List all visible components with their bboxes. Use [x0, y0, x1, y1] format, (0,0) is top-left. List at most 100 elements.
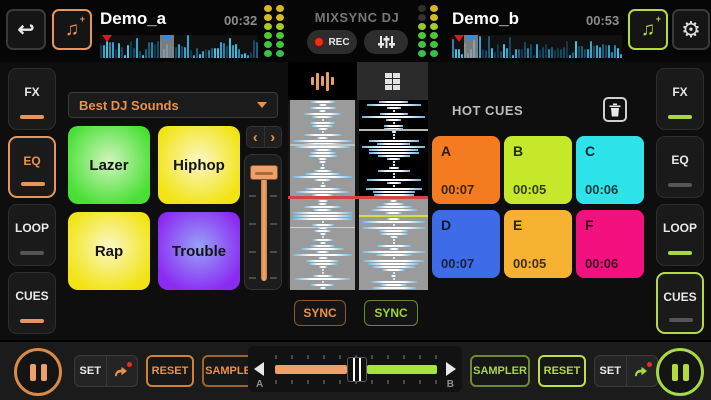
deck-b-vu-meter [418, 5, 438, 57]
deck-b-title: Demo_b [452, 9, 519, 29]
crossfader-left-arrow-icon [254, 362, 264, 376]
crossfader-label-b: B [447, 379, 454, 390]
sampler-pad-trouble[interactable]: Trouble [158, 212, 240, 290]
trash-icon [609, 103, 621, 117]
hot-cue-pad-a[interactable]: A 00:07 [432, 136, 500, 204]
crossfader-bar-b [367, 365, 437, 374]
sampler-volume-fader[interactable] [244, 154, 282, 290]
deck-b-music-library-button[interactable]: ♫ + [628, 9, 668, 50]
chevron-left-icon[interactable]: ‹ [247, 127, 265, 147]
hot-cue-pad-b[interactable]: B 00:05 [504, 136, 572, 204]
app-title: MIXSYNC DJ [302, 10, 412, 25]
deck-b-set-button[interactable]: SET [595, 356, 627, 386]
pad-label: Rap [95, 243, 123, 260]
crossfader[interactable]: A B [248, 346, 462, 392]
cues-label: CUES [9, 289, 55, 303]
notification-dot [127, 362, 132, 367]
top-bar: ↩ ♫ + Demo_a 00:32 MIXSYNC DJ REC Demo_b… [0, 0, 711, 62]
waveform-tab-icon [311, 72, 334, 91]
fx-indicator [20, 115, 44, 119]
mixer-button[interactable] [364, 30, 408, 54]
cue-letter: D [441, 217, 451, 233]
sampler-pad-rap[interactable]: Rap [68, 212, 150, 290]
back-button[interactable]: ↩ [6, 9, 46, 50]
deck-b-set-cue-group: SET [594, 355, 658, 387]
fader-track [261, 167, 267, 281]
record-label: REC [328, 37, 349, 48]
beat-marker-line [290, 227, 355, 228]
deck-a-reset-button[interactable]: RESET [146, 355, 194, 387]
deck-a-vu-meter [264, 5, 284, 57]
deck-a-set-cue-group: SET [74, 355, 138, 387]
settings-button[interactable]: ⚙ [672, 9, 710, 50]
deck-a-title: Demo_a [100, 9, 166, 29]
cue-time: 00:06 [585, 182, 618, 197]
deck-a-fx-button[interactable]: FX [8, 68, 56, 130]
delete-cues-button[interactable] [603, 97, 627, 122]
beat-marker-line [359, 129, 428, 131]
deck-a-waveform[interactable] [290, 100, 355, 290]
playhead-line [288, 196, 428, 199]
deck-a-track-overview[interactable] [100, 35, 258, 58]
hot-cue-pad-d[interactable]: D 00:07 [432, 210, 500, 278]
tab-pads-view[interactable] [357, 62, 428, 100]
crossfader-right-arrow-icon [446, 362, 456, 376]
cue-time: 00:07 [441, 256, 474, 271]
pad-label: Hiphop [173, 157, 225, 174]
fx-indicator [668, 115, 692, 119]
pause-icon [30, 364, 36, 381]
deck-a-eq-button[interactable]: EQ [8, 136, 56, 198]
deck-b-loop-button[interactable]: LOOP [656, 204, 704, 266]
waveform-display [288, 100, 428, 290]
deck-a-set-button[interactable]: SET [75, 356, 107, 386]
deck-b-track-overview[interactable] [452, 35, 622, 58]
deck-b-reset-button[interactable]: RESET [538, 355, 586, 387]
fx-label: FX [9, 85, 55, 99]
loop-label: LOOP [657, 221, 703, 235]
record-dot-icon [314, 37, 324, 47]
cue-letter: B [513, 143, 523, 159]
hot-cue-pad-e[interactable]: E 00:05 [504, 210, 572, 278]
hot-cue-pad-c[interactable]: C 00:06 [576, 136, 644, 204]
hot-cue-pad-f[interactable]: F 00:06 [576, 210, 644, 278]
deck-a-sync-button[interactable]: SYNC [294, 300, 346, 326]
loop-indicator [20, 251, 44, 255]
deck-b-sync-button[interactable]: SYNC [364, 300, 418, 326]
deck-a-jump-button[interactable] [107, 356, 138, 386]
deck-b-jump-button[interactable] [627, 356, 658, 386]
crossfader-bar-a [275, 365, 347, 374]
deck-b-eq-button[interactable]: EQ [656, 136, 704, 198]
pad-label: Lazer [89, 157, 128, 174]
cue-letter: C [585, 143, 595, 159]
music-note-icon: ♫ [641, 20, 655, 39]
deck-b-fx-button[interactable]: FX [656, 68, 704, 130]
cue-time: 00:05 [513, 256, 546, 271]
sound-pack-dropdown[interactable]: Best DJ Sounds [68, 92, 278, 118]
deck-a-loop-button[interactable]: LOOP [8, 204, 56, 266]
tab-waveform-view[interactable] [288, 62, 357, 100]
deck-b-cues-button[interactable]: CUES [656, 272, 704, 334]
pause-icon [672, 364, 678, 381]
fader-handle[interactable] [250, 165, 278, 180]
deck-a-cues-button[interactable]: CUES [8, 272, 56, 334]
record-button[interactable]: REC [307, 30, 357, 54]
sampler-pad-hiphop[interactable]: Hiphop [158, 126, 240, 204]
back-icon: ↩ [18, 17, 35, 42]
chevron-right-icon[interactable]: › [265, 127, 282, 147]
hot-cues-title: HOT CUES [452, 103, 523, 118]
plus-icon: + [80, 14, 85, 24]
dropdown-caret-icon [257, 102, 267, 108]
cue-letter: E [513, 217, 522, 233]
cue-letter: F [585, 217, 594, 233]
crossfader-label-a: A [256, 379, 263, 390]
plus-icon: + [656, 14, 661, 24]
deck-a-music-library-button[interactable]: ♫ + [52, 9, 92, 50]
eq-label: EQ [657, 153, 703, 167]
deck-a-pause-button[interactable] [14, 348, 62, 396]
sampler-pad-lazer[interactable]: Lazer [68, 126, 150, 204]
grid-tab-icon [385, 73, 400, 90]
deck-b-pause-button[interactable] [656, 348, 704, 396]
beat-marker-line [290, 144, 355, 146]
crossfader-handle[interactable] [347, 357, 367, 382]
deck-b-sampler-button[interactable]: SAMPLER [470, 355, 530, 387]
